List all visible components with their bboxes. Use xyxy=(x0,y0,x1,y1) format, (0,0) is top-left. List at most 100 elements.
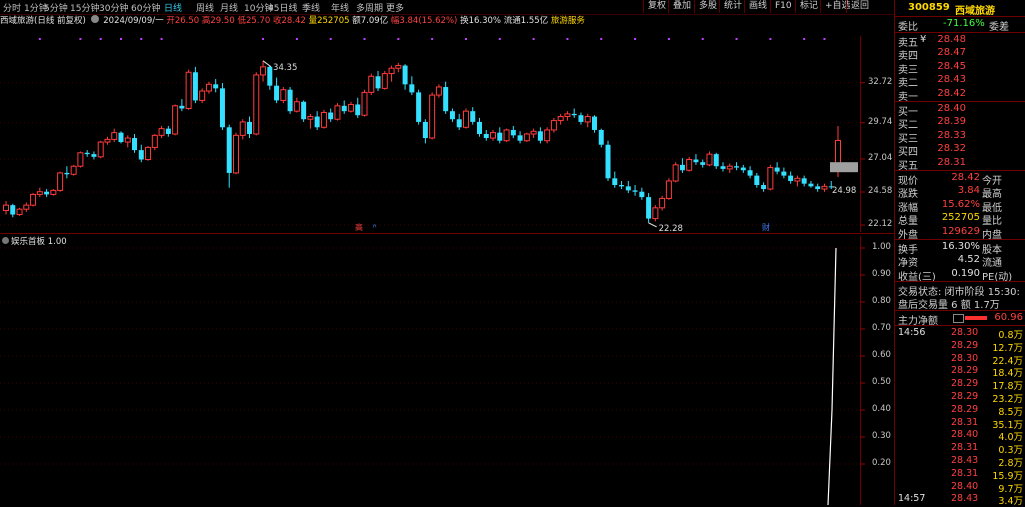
bid-price: 28.33 xyxy=(937,129,966,141)
candle-body xyxy=(347,103,354,112)
toolbar-button-3[interactable]: 统计 xyxy=(719,0,746,13)
stats-row: 收益(三) 0.190 PE(动) xyxy=(895,267,1025,283)
bid-row: 买三 28.33 xyxy=(895,129,1025,145)
ask-price: 28.43 xyxy=(937,74,966,86)
amount-value: 7.09亿 xyxy=(360,16,389,26)
float-label: 流通 xyxy=(503,16,521,26)
candle-body xyxy=(747,170,753,176)
stats-value: 16.30% xyxy=(941,241,980,252)
toolbar-button-4[interactable]: 画线 xyxy=(744,0,771,13)
divider xyxy=(895,32,1025,33)
toolbar-button-2[interactable]: 多股 xyxy=(694,0,721,13)
event-mark[interactable]: 高 xyxy=(355,222,363,232)
quote-row: 涨跌 3.84 最高 xyxy=(895,185,1025,200)
change-value: 3.84(15.62%) xyxy=(399,16,458,26)
turnover-label: 换 xyxy=(460,16,469,26)
candle-body xyxy=(652,207,659,220)
quote-row: 外盘 129629 内盘 xyxy=(895,226,1025,241)
open-value: 26.50 xyxy=(174,16,200,26)
ask-row: 卖二 28.43 xyxy=(895,74,1025,89)
event-mark[interactable]: 财 xyxy=(762,222,770,232)
tick-price: 28.30 xyxy=(951,327,979,338)
kline-chart[interactable]: 34.35 22.28 24.98 高 ᴿ 财 xyxy=(0,36,894,232)
quote-row: 涨幅 15.62% 最低 xyxy=(895,199,1025,214)
signal-dot xyxy=(769,38,772,40)
candle-body xyxy=(700,162,706,165)
tab-timeframe-11[interactable]: 季线 xyxy=(302,1,320,14)
divider xyxy=(895,310,1025,311)
close-value: 28.42 xyxy=(281,16,306,26)
candle-body xyxy=(301,101,307,120)
tab-timeframe-6[interactable]: 日线 xyxy=(164,1,182,14)
webi-value: -71.16% xyxy=(943,18,985,29)
signal-dot xyxy=(329,38,332,40)
toolbar-button-1[interactable]: 叠加 xyxy=(668,0,695,13)
candle-body xyxy=(612,178,618,186)
indicator-chart[interactable] xyxy=(0,236,894,505)
divider xyxy=(895,101,1025,102)
candle-body xyxy=(247,121,253,134)
tick-row: 28.29 23.2万 xyxy=(895,391,1025,405)
stats-value: 0.190 xyxy=(951,267,980,279)
candle-body xyxy=(557,116,564,122)
tab-timeframe-14[interactable]: 更多 xyxy=(386,1,404,14)
event-mark[interactable]: ᴿ xyxy=(373,223,377,232)
candle-body xyxy=(625,186,631,191)
tab-timeframe-10[interactable]: 45日线 xyxy=(268,1,297,14)
tab-timeframe-13[interactable]: 多周期 xyxy=(356,1,383,14)
indicator-line xyxy=(827,247,837,505)
volume-label: 量 xyxy=(308,16,318,26)
candle-body xyxy=(767,167,774,190)
stock-heading: 300859 西域旅游 xyxy=(895,2,1025,17)
divider xyxy=(895,16,1025,17)
ask-flag: ¥ xyxy=(920,34,927,45)
candle-body xyxy=(16,208,23,216)
sector-label[interactable]: 旅游服务 xyxy=(551,16,585,26)
candle-body xyxy=(571,113,577,116)
settings-icon[interactable] xyxy=(90,15,99,23)
tab-timeframe-0[interactable]: 分时 xyxy=(3,1,21,14)
candle-body xyxy=(734,166,740,168)
tab-timeframe-4[interactable]: 30分钟 xyxy=(99,1,128,14)
candle-body xyxy=(30,193,37,206)
tab-timeframe-12[interactable]: 年线 xyxy=(331,1,349,14)
main-flow-row[interactable]: 主力净额 60.96 xyxy=(895,312,1025,327)
period-toolbar: 分时 1分钟 5分钟 15分钟 30分钟 60分钟 日线 周线 月线 10分钟 45日线 季线 年线 多周… xyxy=(0,0,894,15)
quote-panel: 300859 西域旅游 委比 -71.16% 委差 卖五 ¥28.48 卖四 28.4… xyxy=(894,0,1025,507)
candle-body xyxy=(172,105,179,135)
tab-timeframe-5[interactable]: 60分钟 xyxy=(131,1,160,14)
candle-body xyxy=(70,165,77,175)
tab-timeframe-3[interactable]: 15分钟 xyxy=(70,1,99,14)
candle-body xyxy=(497,132,503,141)
toolbar-button-8[interactable]: 返回 xyxy=(846,0,873,13)
after-trade-text: 盘后交易量 6 额 1.7万 xyxy=(898,300,1000,311)
toolbar-button-6[interactable]: 标记 xyxy=(795,0,822,13)
signal-dot xyxy=(464,38,467,40)
tab-timeframe-2[interactable]: 5分钟 xyxy=(44,1,68,14)
candle-body xyxy=(368,75,375,93)
ask-price: 28.42 xyxy=(937,87,966,99)
candle-body xyxy=(328,112,334,120)
tick-price: 28.43 xyxy=(951,493,979,505)
signal-dot xyxy=(79,38,82,40)
candle-body xyxy=(341,105,347,112)
candle-body xyxy=(720,166,726,169)
signal-dot xyxy=(701,38,704,40)
candle-body xyxy=(713,154,719,167)
stock-name: 西域旅游 xyxy=(955,6,995,17)
tab-timeframe-8[interactable]: 月线 xyxy=(220,1,238,14)
candle-body xyxy=(740,167,746,171)
toolbar-button-0[interactable]: 复权 xyxy=(643,0,670,13)
list-icon[interactable] xyxy=(953,314,964,323)
candle-body xyxy=(605,144,611,179)
toolbar-button-5[interactable]: F10 xyxy=(770,0,796,13)
candle-body xyxy=(591,116,597,130)
tab-timeframe-7[interactable]: 周线 xyxy=(196,1,214,14)
candle-body xyxy=(821,185,828,190)
ask-row: 卖四 28.47 xyxy=(895,47,1025,62)
candle-body xyxy=(815,186,821,190)
open-label: 开 xyxy=(166,16,175,26)
candle-body xyxy=(381,73,388,89)
tick-price: 28.43 xyxy=(951,455,979,466)
amount-label: 额 xyxy=(352,16,361,26)
